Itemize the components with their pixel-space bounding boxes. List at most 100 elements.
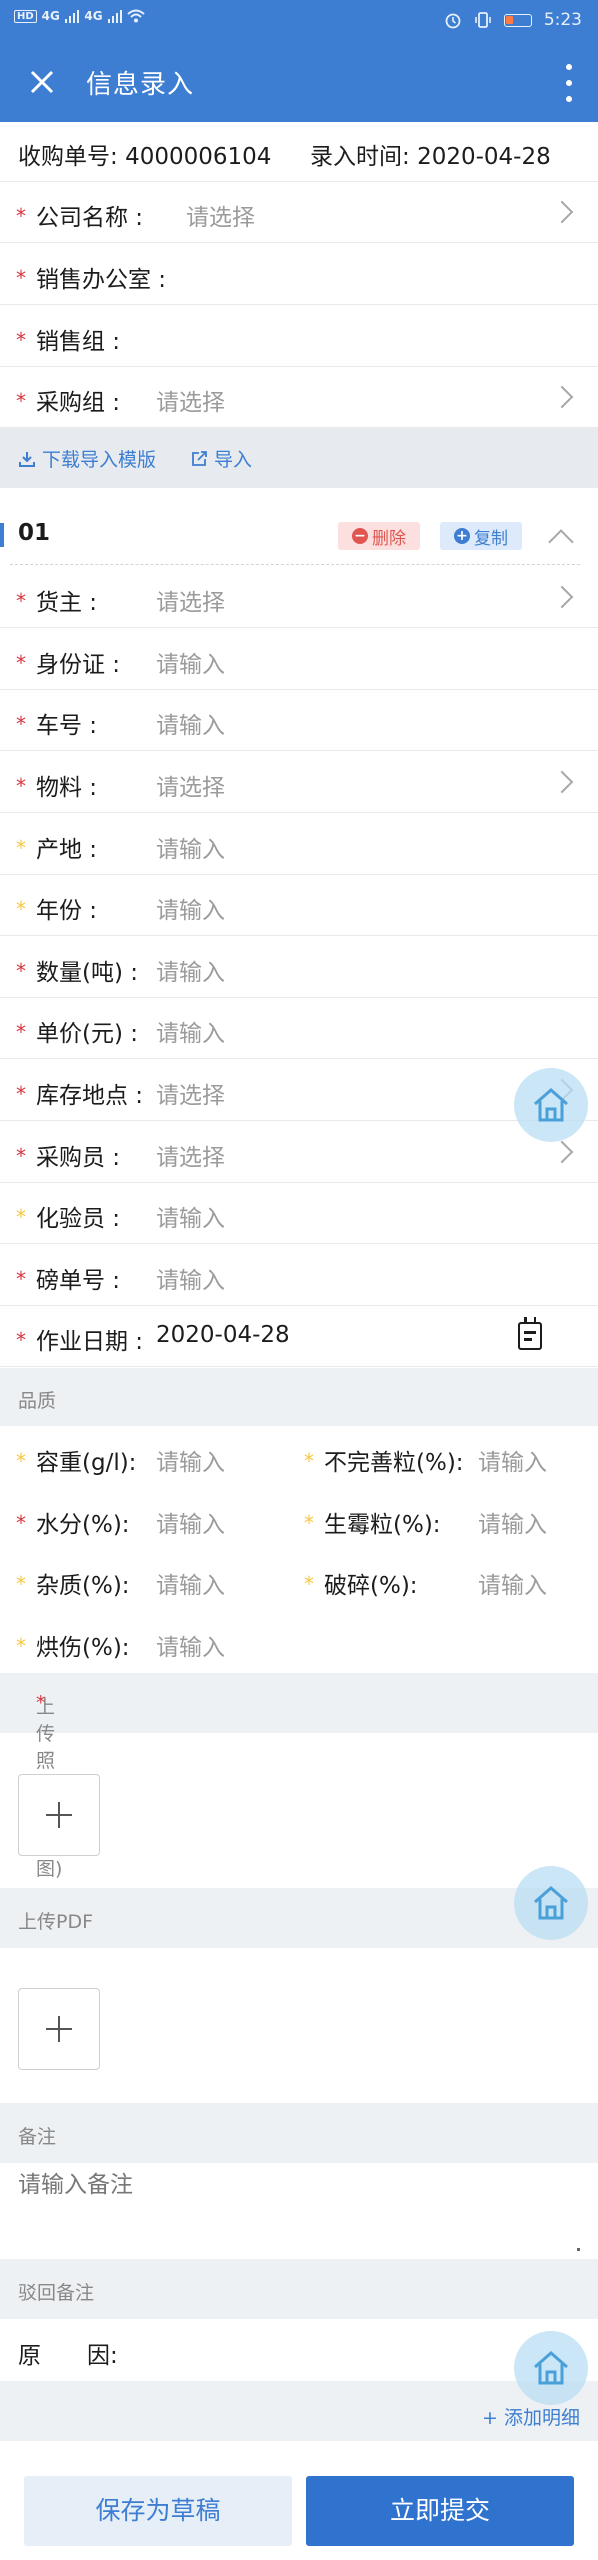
close-icon — [30, 70, 54, 94]
material-field[interactable]: * 物料 : 请选择 — [0, 752, 598, 813]
quality-section-header: 品质 — [0, 1368, 598, 1426]
chevron-right-icon — [550, 1140, 574, 1164]
import-icon — [192, 450, 207, 466]
download-icon — [19, 451, 35, 467]
home-button[interactable] — [514, 2331, 588, 2405]
field-label: 不完善粒(%): — [324, 1450, 464, 1476]
required-mark: * — [16, 389, 26, 413]
field-value: 请输入 — [156, 837, 225, 863]
field-label: 破碎(%): — [324, 1573, 418, 1599]
inspector-field[interactable]: * 化验员 : 请输入 — [0, 1183, 598, 1244]
chevron-up-icon[interactable] — [548, 529, 574, 555]
year-field[interactable]: * 年份 : 请输入 — [0, 875, 598, 936]
home-icon — [534, 2351, 568, 2385]
alarm-icon — [445, 13, 461, 29]
photo-upload-header: 上传照片(磅单图)* — [0, 1673, 598, 1880]
remarks-header: 备注 — [0, 2103, 598, 2163]
field-value: 请输入 — [156, 1573, 225, 1599]
imperfect-grain-field[interactable]: * 不完善粒(%): 请输入 — [304, 1427, 598, 1488]
quantity-field[interactable]: * 数量(吨) : 请输入 — [0, 937, 598, 998]
item-divider — [10, 564, 580, 565]
owner-field[interactable]: * 货主 : 请选择 — [0, 567, 598, 628]
save-draft-button[interactable]: 保存为草稿 — [24, 2476, 292, 2546]
resize-handle — [577, 2248, 580, 2251]
pdf-upload-button[interactable] — [18, 1988, 100, 2070]
chevron-right-icon — [550, 585, 574, 609]
optional-mark: * — [16, 1205, 26, 1229]
company-name-field[interactable]: * 公司名称 : 请选择 — [0, 182, 598, 243]
required-mark: * — [16, 1511, 26, 1535]
more-button[interactable] — [564, 64, 574, 102]
bulk-density-field[interactable]: * 容重(g/l): 请输入 — [16, 1427, 306, 1488]
field-value: 请输入 — [478, 1573, 547, 1599]
field-value: 请输入 — [156, 652, 225, 678]
origin-field[interactable]: * 产地 : 请输入 — [0, 814, 598, 875]
moisture-field[interactable]: * 水分(%): 请输入 — [16, 1489, 306, 1550]
status-indicators: HD 4G 4G — [14, 9, 145, 23]
field-label: 水分(%): — [36, 1512, 130, 1538]
calendar-icon[interactable] — [518, 1317, 542, 1350]
add-detail-bar: + 添加明细 — [0, 2381, 598, 2441]
add-detail-button[interactable]: + 添加明细 — [482, 2403, 580, 2430]
heat-damage-field[interactable]: * 烘伤(%): 请输入 — [16, 1612, 306, 1673]
optional-mark: * — [304, 1511, 314, 1535]
vehicle-number-field[interactable]: * 车号 : 请输入 — [0, 690, 598, 751]
unit-price-field[interactable]: * 单价(元) : 请输入 — [0, 998, 598, 1059]
purchase-group-field[interactable]: * 采购组 : 请选择 — [0, 367, 598, 428]
weigh-ticket-field[interactable]: * 磅单号 : 请输入 — [0, 1245, 598, 1306]
delete-item-button[interactable]: − 删除 — [338, 522, 420, 550]
copy-icon: + — [454, 528, 470, 544]
field-label: 销售办公室 : — [36, 267, 167, 293]
copy-item-button[interactable]: + 复制 — [440, 522, 522, 550]
field-label: 产地 : — [36, 837, 98, 863]
required-mark: * — [16, 204, 26, 228]
wifi-icon — [127, 9, 145, 23]
home-button[interactable] — [514, 1068, 588, 1142]
photo-upload-button[interactable] — [18, 1774, 100, 1856]
storage-location-field[interactable]: * 库存地点 : 请选择 — [0, 1060, 598, 1121]
import-toolbar: 下载导入模版 导入 — [0, 428, 598, 488]
sales-office-field[interactable]: * 销售办公室 : — [0, 244, 598, 305]
field-label: 身份证 : — [36, 652, 121, 678]
field-label: 烘伤(%): — [36, 1635, 130, 1661]
remarks-input[interactable]: 请输入备注 — [0, 2163, 598, 2259]
field-value: 请输入 — [156, 713, 225, 739]
sales-group-field[interactable]: * 销售组 : — [0, 306, 598, 367]
signal-icon — [107, 9, 123, 23]
home-icon — [534, 1886, 568, 1920]
submit-button[interactable]: 立即提交 — [306, 2476, 574, 2546]
close-button[interactable] — [22, 60, 62, 104]
field-value: 请选择 — [156, 1145, 225, 1171]
optional-mark: * — [16, 1572, 26, 1596]
optional-mark: * — [16, 897, 26, 921]
field-label: 年份 : — [36, 898, 98, 924]
required-mark: * — [16, 589, 26, 613]
field-value: 请输入 — [156, 1450, 225, 1476]
field-label: 磅单号 : — [36, 1268, 121, 1294]
impurity-field[interactable]: * 杂质(%): 请输入 — [16, 1550, 306, 1611]
home-button[interactable] — [514, 1866, 588, 1940]
id-card-field[interactable]: * 身份证 : 请输入 — [0, 629, 598, 690]
field-label: 车号 : — [36, 713, 98, 739]
field-label: 采购组 : — [36, 390, 121, 416]
moldy-grain-field[interactable]: * 生霉粒(%): 请输入 — [304, 1489, 598, 1550]
work-date-field[interactable]: * 作业日期 : 2020-04-28 — [0, 1306, 598, 1367]
field-value: 请选择 — [156, 1083, 225, 1109]
download-template-button[interactable]: 下载导入模版 — [18, 445, 156, 472]
field-value: 请输入 — [156, 898, 225, 924]
field-label: 生霉粒(%): — [324, 1512, 441, 1538]
broken-field[interactable]: * 破碎(%): 请输入 — [304, 1550, 598, 1611]
optional-mark: * — [16, 1449, 26, 1473]
field-label: 单价(元) : — [36, 1021, 139, 1047]
field-value: 2020-04-28 — [156, 1322, 290, 1348]
more-vertical-icon — [566, 64, 572, 70]
item-accent-bar — [0, 523, 4, 547]
import-button[interactable]: 导入 — [190, 445, 252, 472]
field-value: 请输入 — [156, 1021, 225, 1047]
buyer-field[interactable]: * 采购员 : 请选择 — [0, 1122, 598, 1183]
field-label: 采购员 : — [36, 1145, 121, 1171]
signal-label-2: 4G — [84, 9, 103, 23]
page-title: 信息录入 — [86, 70, 195, 100]
field-label: 库存地点 : — [36, 1083, 144, 1109]
field-value: 请选择 — [186, 205, 255, 231]
